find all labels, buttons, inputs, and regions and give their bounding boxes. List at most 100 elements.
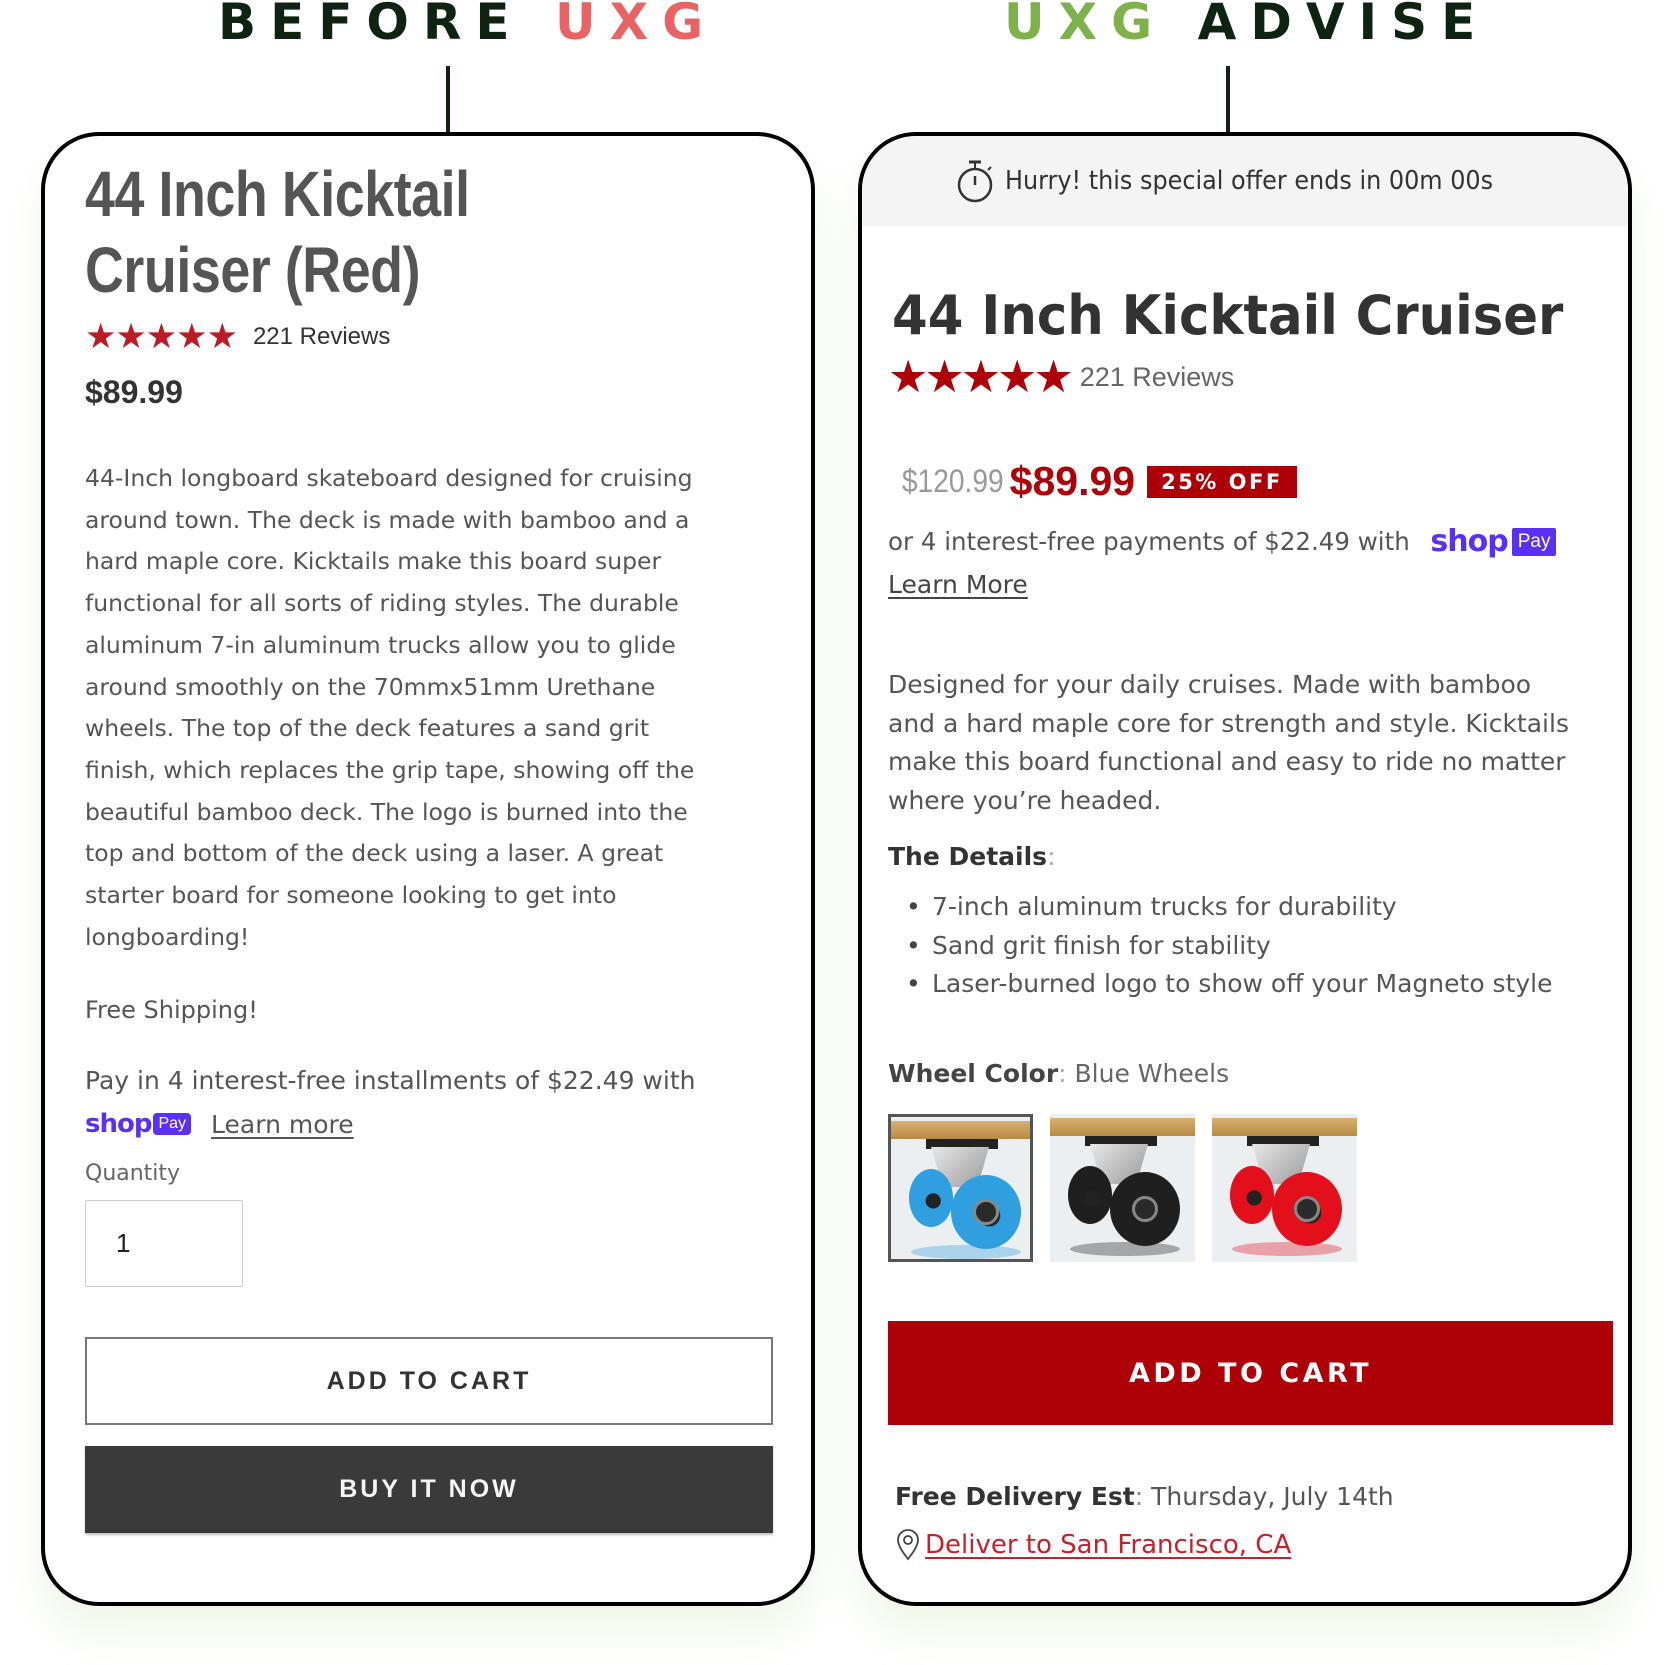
deliver-to-row: Deliver to San Francisco, CA	[895, 1529, 1291, 1561]
quantity-input[interactable]	[85, 1200, 243, 1287]
details-heading: The Details:	[888, 842, 1056, 871]
star-icon: ★	[176, 317, 207, 357]
description-line: aluminum 7-in aluminum trucks allow you …	[85, 630, 676, 659]
star-rating: ★ ★ ★ ★ ★	[85, 317, 238, 357]
star-icon: ★	[997, 350, 1037, 403]
back-wheel-image	[1068, 1166, 1112, 1224]
description-line: where you’re headed.	[888, 785, 1162, 815]
installments-text: or 4 interest-free payments of $22.49 wi…	[888, 527, 1410, 556]
discount-badge: 25% OFF	[1147, 465, 1297, 498]
connector-line	[446, 66, 450, 134]
bullet-icon: •	[906, 969, 921, 998]
after-product-card: Hurry! this special offer ends in 00m 00…	[858, 132, 1632, 1606]
price-row: $120.99 $89.99 25% OFF	[888, 458, 1297, 505]
shop-pay-wordmark: shop	[1430, 524, 1508, 559]
wheel-shadow-image	[1232, 1242, 1342, 1256]
wheel-color-value: Blue Wheels	[1074, 1059, 1230, 1088]
stopwatch-icon	[957, 160, 992, 203]
star-icon: ★	[924, 350, 964, 403]
back-wheel-image	[1230, 1166, 1274, 1224]
back-wheel-image	[909, 1169, 953, 1227]
skateboard-deck-image	[891, 1121, 1030, 1139]
star-icon: ★	[1033, 350, 1073, 403]
countdown-text: Hurry! this special offer ends in 00m 00…	[1004, 166, 1493, 196]
star-icon: ★	[206, 317, 238, 357]
shop-pay-badge: Pay	[153, 1113, 192, 1135]
free-shipping-note: Free Shipping!	[85, 996, 258, 1024]
installments-row: or 4 interest-free payments of $22.49 wi…	[888, 524, 1557, 559]
heading-before-uxg: BEFORE UXG	[218, 0, 717, 52]
heading-uxg-word: UXG	[555, 0, 718, 51]
wheel-shadow-image	[1070, 1242, 1180, 1256]
details-heading-text: The Details	[888, 842, 1048, 871]
star-icon: ★	[888, 350, 928, 403]
learn-more-link[interactable]: Learn More	[888, 570, 1028, 599]
countdown-banner: Hurry! this special offer ends in 00m 00…	[862, 136, 1628, 226]
details-list-item: • 7-inch aluminum trucks for durability	[906, 888, 1553, 927]
delivery-date: Thursday, July 14th	[1151, 1482, 1394, 1511]
wheel-shadow-image	[911, 1245, 1021, 1259]
installments-text: Pay in 4 interest-free installments of $…	[85, 1066, 696, 1095]
description-line: functional for all sorts of riding style…	[85, 589, 679, 618]
wheel-color-swatch[interactable]	[1050, 1114, 1195, 1262]
connector-line	[1226, 66, 1230, 134]
shop-pay-wordmark: shop	[85, 1109, 152, 1139]
sale-price: $89.99	[1009, 458, 1136, 504]
shop-pay-logo: shop Pay	[85, 1109, 192, 1139]
learn-more-link[interactable]: Learn more	[211, 1110, 354, 1139]
add-to-cart-button[interactable]: ADD TO CART	[85, 1337, 773, 1425]
shop-pay-badge: Pay	[1511, 527, 1557, 556]
details-list: • 7-inch aluminum trucks for durability •…	[906, 888, 1553, 1004]
rating-row: ★ ★ ★ ★ ★ 221 Reviews	[888, 354, 1234, 400]
product-title: 44 Inch Kicktail Cruiser (Red)	[85, 158, 470, 306]
details-colon: :	[1047, 842, 1056, 871]
star-icon: ★	[145, 317, 177, 357]
product-description: 44-Inch longboard skateboard designed fo…	[85, 458, 765, 958]
star-icon: ★	[115, 317, 146, 357]
description-line: wheels. The top of the deck features a s…	[85, 714, 650, 743]
shop-pay-logo: shop Pay	[1430, 524, 1557, 559]
heading-advise-word: ADVISE	[1197, 0, 1490, 51]
deliver-to-location-link[interactable]: Deliver to San Francisco, CA	[925, 1530, 1291, 1560]
description-line: around smoothly on the 70mmx51mm Urethan…	[85, 672, 656, 701]
shop-pay-row: shop Pay Learn more	[85, 1109, 354, 1139]
star-icon: ★	[85, 317, 116, 357]
wheel-color-label: Wheel Color: Blue Wheels	[888, 1059, 1229, 1088]
description-line: make this board functional and easy to r…	[888, 747, 1566, 776]
heading-before-word: BEFORE	[218, 0, 524, 51]
quantity-label: Quantity	[85, 1161, 181, 1186]
rating-row: ★ ★ ★ ★ ★ 221 Reviews	[85, 319, 390, 355]
wheel-hub-image	[1294, 1196, 1320, 1222]
product-description: Designed for your daily cruises. Made wi…	[888, 666, 1612, 820]
details-list-item: • Sand grit finish for stability	[906, 927, 1553, 966]
add-to-cart-button[interactable]: ADD TO CART	[888, 1321, 1613, 1425]
delivery-estimate: Free Delivery Est: Thursday, July 14th	[895, 1482, 1394, 1511]
wheel-hub-image	[973, 1199, 999, 1225]
description-line: finish, which replaces the grip tape, sh…	[85, 755, 695, 784]
wheel-color-swatch[interactable]	[888, 1114, 1033, 1262]
delivery-colon: :	[1134, 1482, 1152, 1511]
delivery-label: Free Delivery Est	[895, 1482, 1135, 1511]
bullet-icon: •	[906, 930, 921, 960]
description-line: around town. The deck is made with bambo…	[85, 505, 690, 534]
reviews-link[interactable]: 221 Reviews	[253, 323, 390, 351]
description-line: Designed for your daily cruises. Made wi…	[888, 670, 1532, 699]
star-icon: ★	[960, 350, 1001, 403]
wheel-color-swatches	[888, 1114, 1357, 1262]
bullet-icon: •	[906, 892, 921, 921]
buy-it-now-button[interactable]: BUY IT NOW	[85, 1446, 773, 1533]
location-pin-icon	[897, 1529, 919, 1561]
wheel-color-swatch[interactable]	[1212, 1114, 1357, 1262]
detail-text: Sand grit finish for stability	[932, 930, 1271, 960]
description-line: hard maple core. Kicktails make this boa…	[85, 547, 662, 576]
before-product-card: 44 Inch Kicktail Cruiser (Red) ★ ★ ★ ★ ★…	[41, 132, 815, 1606]
skateboard-deck-image	[1050, 1118, 1195, 1136]
wheel-color-colon: :	[1058, 1059, 1075, 1088]
heading-uxg-advise: UXG ADVISE	[1004, 0, 1489, 52]
reviews-link[interactable]: 221 Reviews	[1080, 362, 1235, 393]
star-rating: ★ ★ ★ ★ ★	[888, 350, 1074, 403]
detail-text: 7-inch aluminum trucks for durability	[932, 892, 1397, 921]
wheel-color-label-text: Wheel Color	[888, 1059, 1059, 1088]
description-line: beautiful bamboo deck. The logo is burne…	[85, 797, 688, 826]
description-line: top and bottom of the deck using a laser…	[85, 839, 664, 868]
